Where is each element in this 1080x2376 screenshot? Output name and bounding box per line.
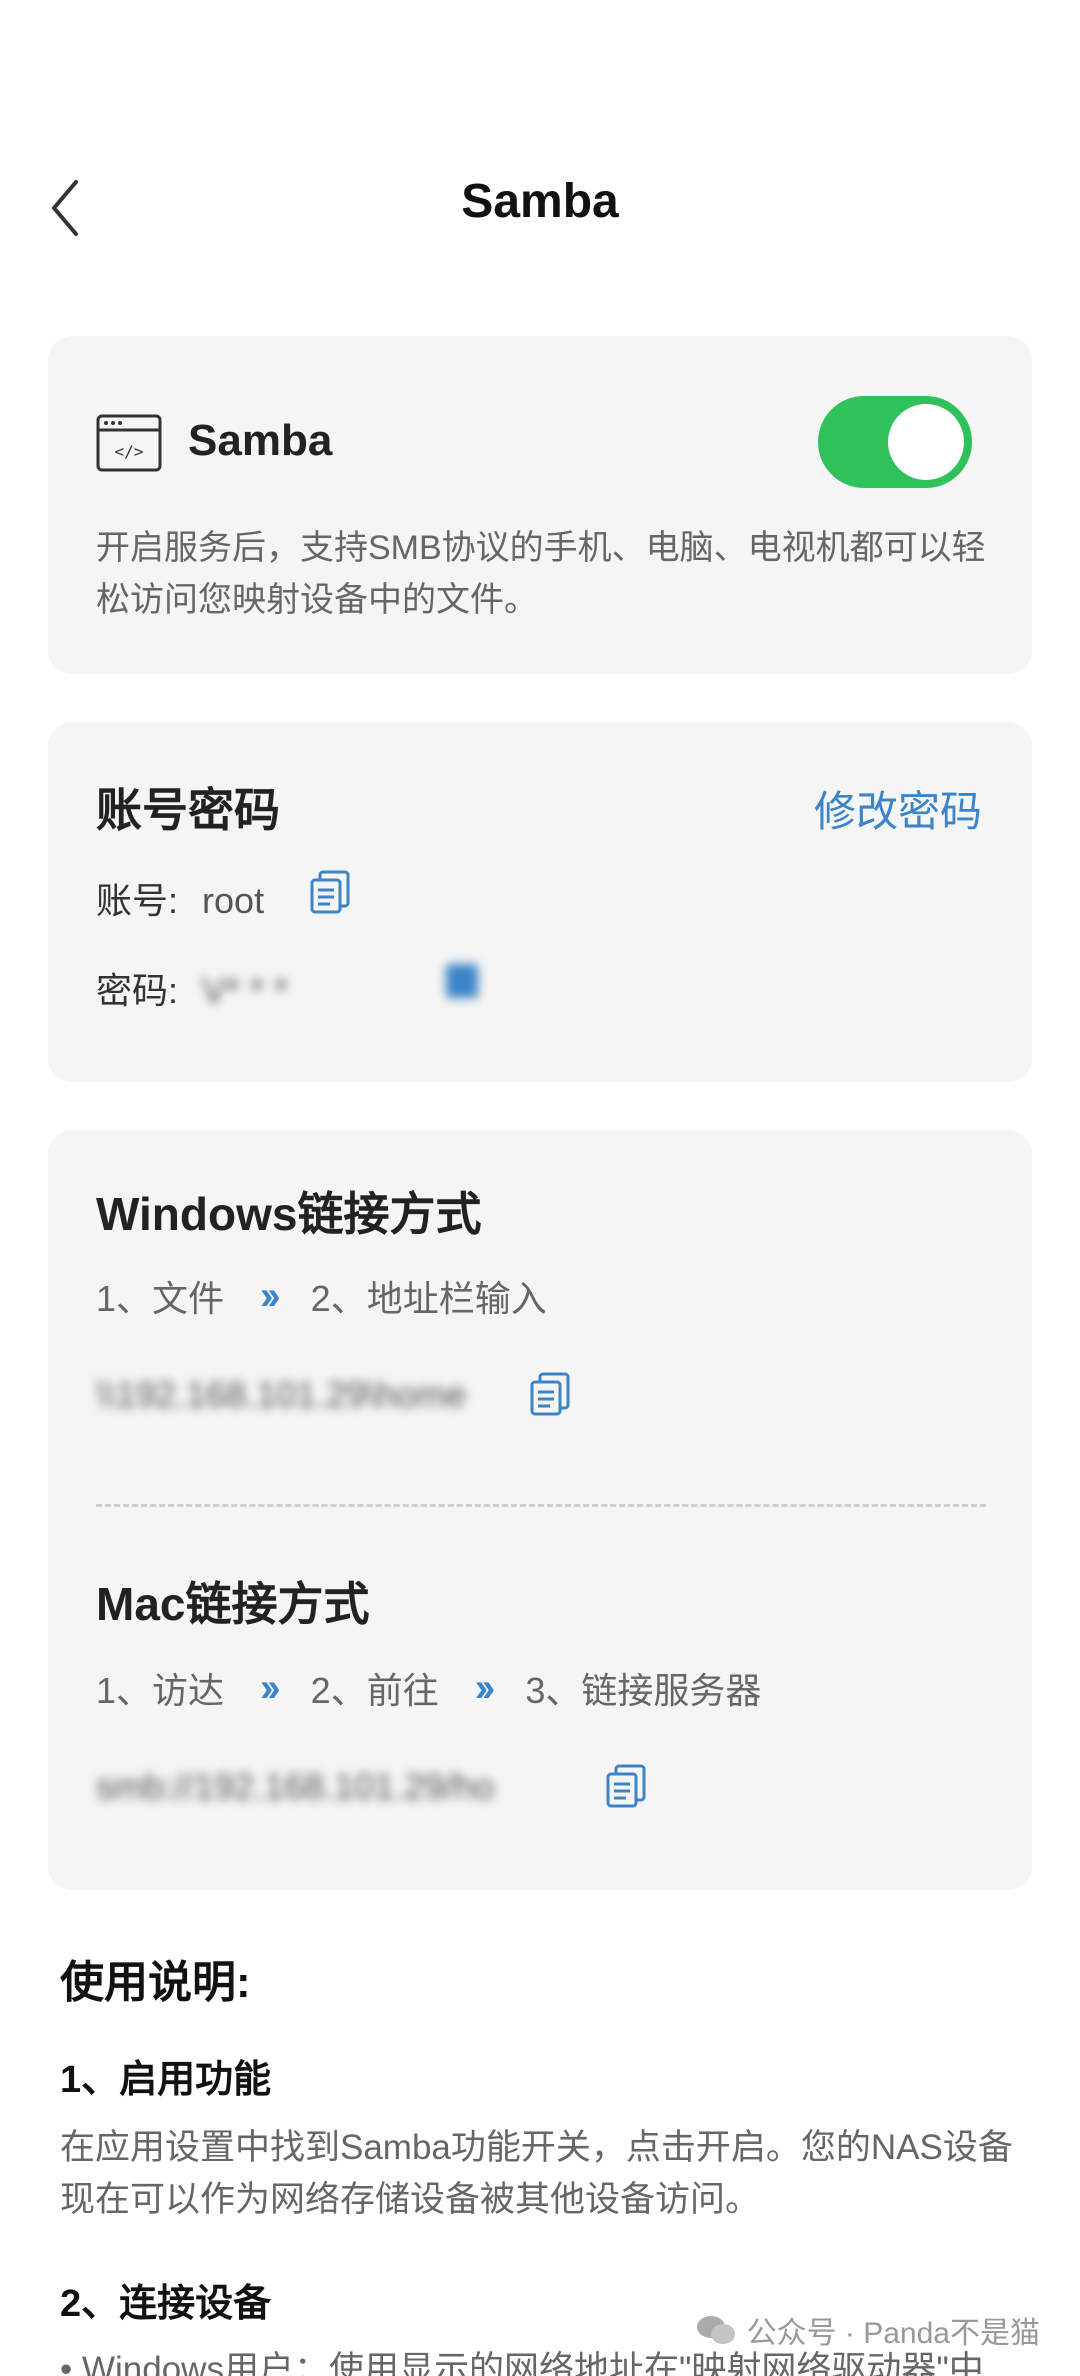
windows-section-title: Windows链接方式 bbox=[96, 1188, 482, 1240]
copy-password-icon[interactable] bbox=[440, 956, 484, 1004]
watermark-text: 公众号 · Panda不是猫 bbox=[746, 2317, 1040, 2350]
password-value: V* * * bbox=[202, 970, 289, 1011]
double-chevron-right-icon: ›› bbox=[260, 1273, 280, 1318]
page-title: Samba bbox=[461, 175, 619, 228]
windows-address: \\192.168.101.29\home bbox=[96, 1374, 467, 1415]
account-value: root bbox=[202, 880, 265, 921]
wechat-icon bbox=[696, 2316, 735, 2344]
samba-card: </> Samba 开启服务后，支持SMB协议的手机、电脑、电视机都可以轻松访问… bbox=[48, 336, 1032, 674]
account-label: 账号: bbox=[96, 880, 179, 921]
copy-account-icon[interactable] bbox=[308, 868, 352, 916]
code-window-icon: </> bbox=[96, 414, 162, 472]
double-chevron-right-icon: ›› bbox=[260, 1665, 280, 1710]
windows-step-2: 2、地址栏输入 bbox=[310, 1278, 547, 1319]
mac-step-2: 2、前往 bbox=[310, 1670, 439, 1711]
copy-mac-address-icon[interactable] bbox=[604, 1762, 648, 1810]
usage-title: 使用说明: bbox=[60, 1958, 251, 2007]
password-label: 密码: bbox=[96, 970, 179, 1011]
double-chevron-right-icon: ›› bbox=[474, 1665, 495, 1710]
samba-description: 开启服务后，支持SMB协议的手机、电脑、电视机都可以轻松访问您映射设备中的文件。 bbox=[96, 529, 986, 619]
mac-section-title: Mac链接方式 bbox=[96, 1578, 370, 1630]
mac-step-1: 1、访达 bbox=[96, 1670, 225, 1711]
account-card: 账号密码 修改密码 账号: root 密码: V* * * bbox=[48, 722, 1032, 1082]
samba-title: Samba bbox=[188, 416, 333, 465]
windows-step-1: 1、文件 bbox=[96, 1278, 225, 1319]
toggle-knob bbox=[888, 404, 964, 480]
account-row: 账号: root bbox=[96, 872, 264, 924]
watermark: 公众号 · Panda不是猫 bbox=[695, 2308, 1040, 2352]
copy-windows-address-icon[interactable] bbox=[528, 1370, 572, 1418]
account-section-title: 账号密码 bbox=[96, 784, 280, 836]
password-row: 密码: V* * * bbox=[96, 962, 288, 1014]
mac-steps: 1、访达 ›› 2、前往 ›› 3、链接服务器 bbox=[96, 1662, 761, 1714]
mac-address: smb://192.168.101.29/ho bbox=[96, 1766, 495, 1807]
divider bbox=[96, 1504, 986, 1507]
usage-step1-title: 1、启用功能 bbox=[60, 2059, 272, 2101]
samba-toggle[interactable] bbox=[818, 396, 972, 488]
change-password-link[interactable]: 修改密码 bbox=[814, 778, 982, 839]
usage-step1-text: 在应用设置中找到Samba功能开关，点击开启。您的NAS设备现在可以作为网络存储… bbox=[60, 2128, 1013, 2219]
connection-card: Windows链接方式 1、文件 ›› 2、地址栏输入 \\192.168.10… bbox=[48, 1130, 1032, 1890]
usage-step2-title: 2、连接设备 bbox=[60, 2283, 272, 2325]
windows-steps: 1、文件 ›› 2、地址栏输入 bbox=[96, 1270, 547, 1322]
svg-text:</>: </> bbox=[115, 442, 144, 461]
app-header: Samba bbox=[0, 150, 1080, 260]
mac-step-3: 3、链接服务器 bbox=[525, 1670, 762, 1711]
